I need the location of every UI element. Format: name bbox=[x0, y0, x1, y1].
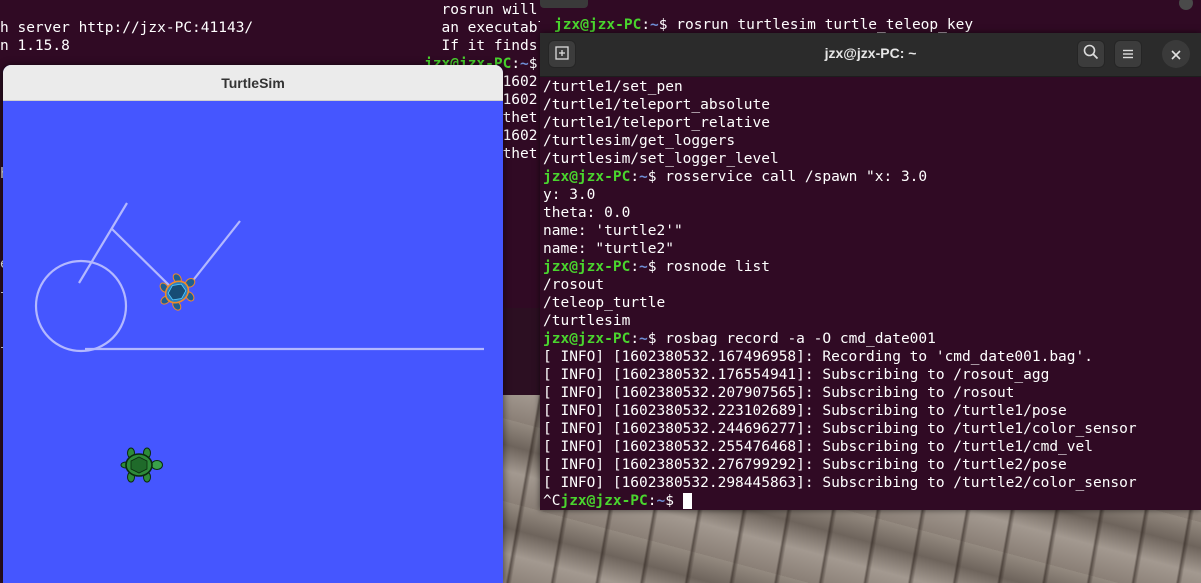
turtle-1-icon bbox=[159, 273, 196, 311]
terminal-output-line: [ INFO] [1602380532.207907565]: Subscrib… bbox=[543, 385, 1015, 401]
back-terminal-line-1: h server http://jzx-PC:41143/ bbox=[0, 20, 254, 36]
back-terminal-line-2: n 1.15.8 bbox=[0, 38, 70, 54]
top-terminal-button[interactable] bbox=[540, 0, 588, 8]
prompt-path: ~ bbox=[639, 331, 648, 347]
main-terminal-titlebar[interactable]: jzx@jzx-PC: ~ bbox=[540, 33, 1201, 77]
prompt-separator: : bbox=[630, 331, 640, 347]
turtlesim-canvas bbox=[34, 202, 484, 483]
prompt-user: jzx@jzx-PC bbox=[543, 331, 631, 347]
terminal-output-line: /turtlesim/get_loggers bbox=[543, 133, 736, 149]
prompt-path: ~ bbox=[639, 169, 648, 185]
terminal-output-line: /turtle1/teleport_relative bbox=[543, 115, 770, 131]
prompt-user: jzx@jzx-PC bbox=[543, 169, 631, 185]
terminal-output-line: [ INFO] [1602380532.176554941]: Subscrib… bbox=[543, 367, 1050, 383]
top-terminal-line: jzx@jzx-PC:~$ rosrun turtlesim turtle_te… bbox=[554, 17, 974, 33]
prompt-path: ~ bbox=[639, 259, 648, 275]
terminal-output-line: [ INFO] [1602380532.298445863]: Subscrib… bbox=[543, 475, 1137, 491]
top-close-button[interactable] bbox=[1179, 0, 1193, 10]
terminal-cursor bbox=[682, 493, 692, 509]
main-terminal-window[interactable]: jzx@jzx-PC: ~ /turtle1/set_pen/turtle1/t… bbox=[540, 33, 1201, 510]
mid-line-2: an executabl bbox=[424, 20, 547, 36]
terminal-output-line: y: 3.0 bbox=[543, 187, 596, 203]
prompt-user: jzx@jzx-PC bbox=[560, 493, 648, 509]
terminal-prompt-line: jzx@jzx-PC:~$ rosservice call /spawn "x:… bbox=[543, 168, 1201, 186]
ctrl-c-marker: ^C bbox=[543, 493, 561, 509]
prompt-command: $ bbox=[665, 493, 683, 509]
prompt-user: jzx@jzx-PC bbox=[543, 259, 631, 275]
terminal-output-line: [ INFO] [1602380532.255476468]: Subscrib… bbox=[543, 439, 1093, 455]
prompt-command: $ rosservice call /spawn "x: 3.0 bbox=[647, 169, 928, 185]
terminal-prompt-line: jzx@jzx-PC:~$ rosnode list bbox=[543, 258, 1201, 276]
search-button[interactable] bbox=[1077, 40, 1105, 68]
prompt-separator: : bbox=[647, 493, 657, 509]
terminal-output-line: [ INFO] [1602380532.167496958]: Recordin… bbox=[543, 349, 1093, 365]
prompt-command: $ rosnode list bbox=[647, 259, 770, 275]
turtle-pen-trail bbox=[34, 202, 484, 353]
terminal-output-line: /rosout bbox=[543, 277, 605, 293]
terminal-output-line: [ INFO] [1602380532.223102689]: Subscrib… bbox=[543, 403, 1067, 419]
back-terminal-window[interactable]: h server http://jzx-PC:41143/ n 1.15.8 bbox=[0, 0, 430, 70]
terminal-output-line: [ INFO] [1602380532.276799292]: Subscrib… bbox=[543, 457, 1067, 473]
terminal-output-line: theta: 0.0 bbox=[543, 205, 631, 221]
close-icon bbox=[1171, 45, 1181, 64]
menu-button[interactable] bbox=[1114, 40, 1142, 68]
terminal-output-line: /teleop_turtle bbox=[543, 295, 666, 311]
terminal-output-line: [ INFO] [1602380532.244696277]: Subscrib… bbox=[543, 421, 1137, 437]
terminal-output-line: /turtlesim/set_logger_level bbox=[543, 151, 779, 167]
main-terminal-output[interactable]: /turtle1/set_pen/turtle1/teleport_absolu… bbox=[540, 77, 1201, 510]
terminal-prompt-line: ^Cjzx@jzx-PC:~$ bbox=[543, 492, 1201, 510]
terminal-output-line: name: "turtle2" bbox=[543, 241, 674, 257]
terminal-prompt-line: jzx@jzx-PC:~$ rosbag record -a -O cmd_da… bbox=[543, 330, 1201, 348]
terminal-output-line: /turtle1/teleport_absolute bbox=[543, 97, 770, 113]
terminal-output-line: /turtle1/set_pen bbox=[543, 79, 683, 95]
turtlesim-titlebar[interactable]: TurtleSim bbox=[3, 65, 503, 101]
mid-line-1: rosrun will bbox=[424, 2, 538, 18]
turtlesim-window[interactable]: TurtleSim bbox=[3, 65, 503, 583]
turtle-2-icon bbox=[120, 447, 163, 483]
hamburger-menu-icon bbox=[1122, 45, 1134, 64]
prompt-separator: : bbox=[630, 259, 640, 275]
mid-line-3: If it finds bbox=[424, 38, 538, 54]
close-button[interactable] bbox=[1162, 40, 1190, 68]
terminal-output-line: name: 'turtle2'" bbox=[543, 223, 683, 239]
top-terminal-window[interactable]: jzx@jzx-PC:~$ rosrun turtlesim turtle_te… bbox=[540, 0, 1201, 34]
prompt-path: ~ bbox=[656, 493, 666, 509]
search-icon bbox=[1083, 44, 1099, 64]
prompt-command: $ rosbag record -a -O cmd_date001 bbox=[647, 331, 936, 347]
prompt-separator: : bbox=[630, 169, 640, 185]
terminal-output-line: /turtlesim bbox=[543, 313, 631, 329]
